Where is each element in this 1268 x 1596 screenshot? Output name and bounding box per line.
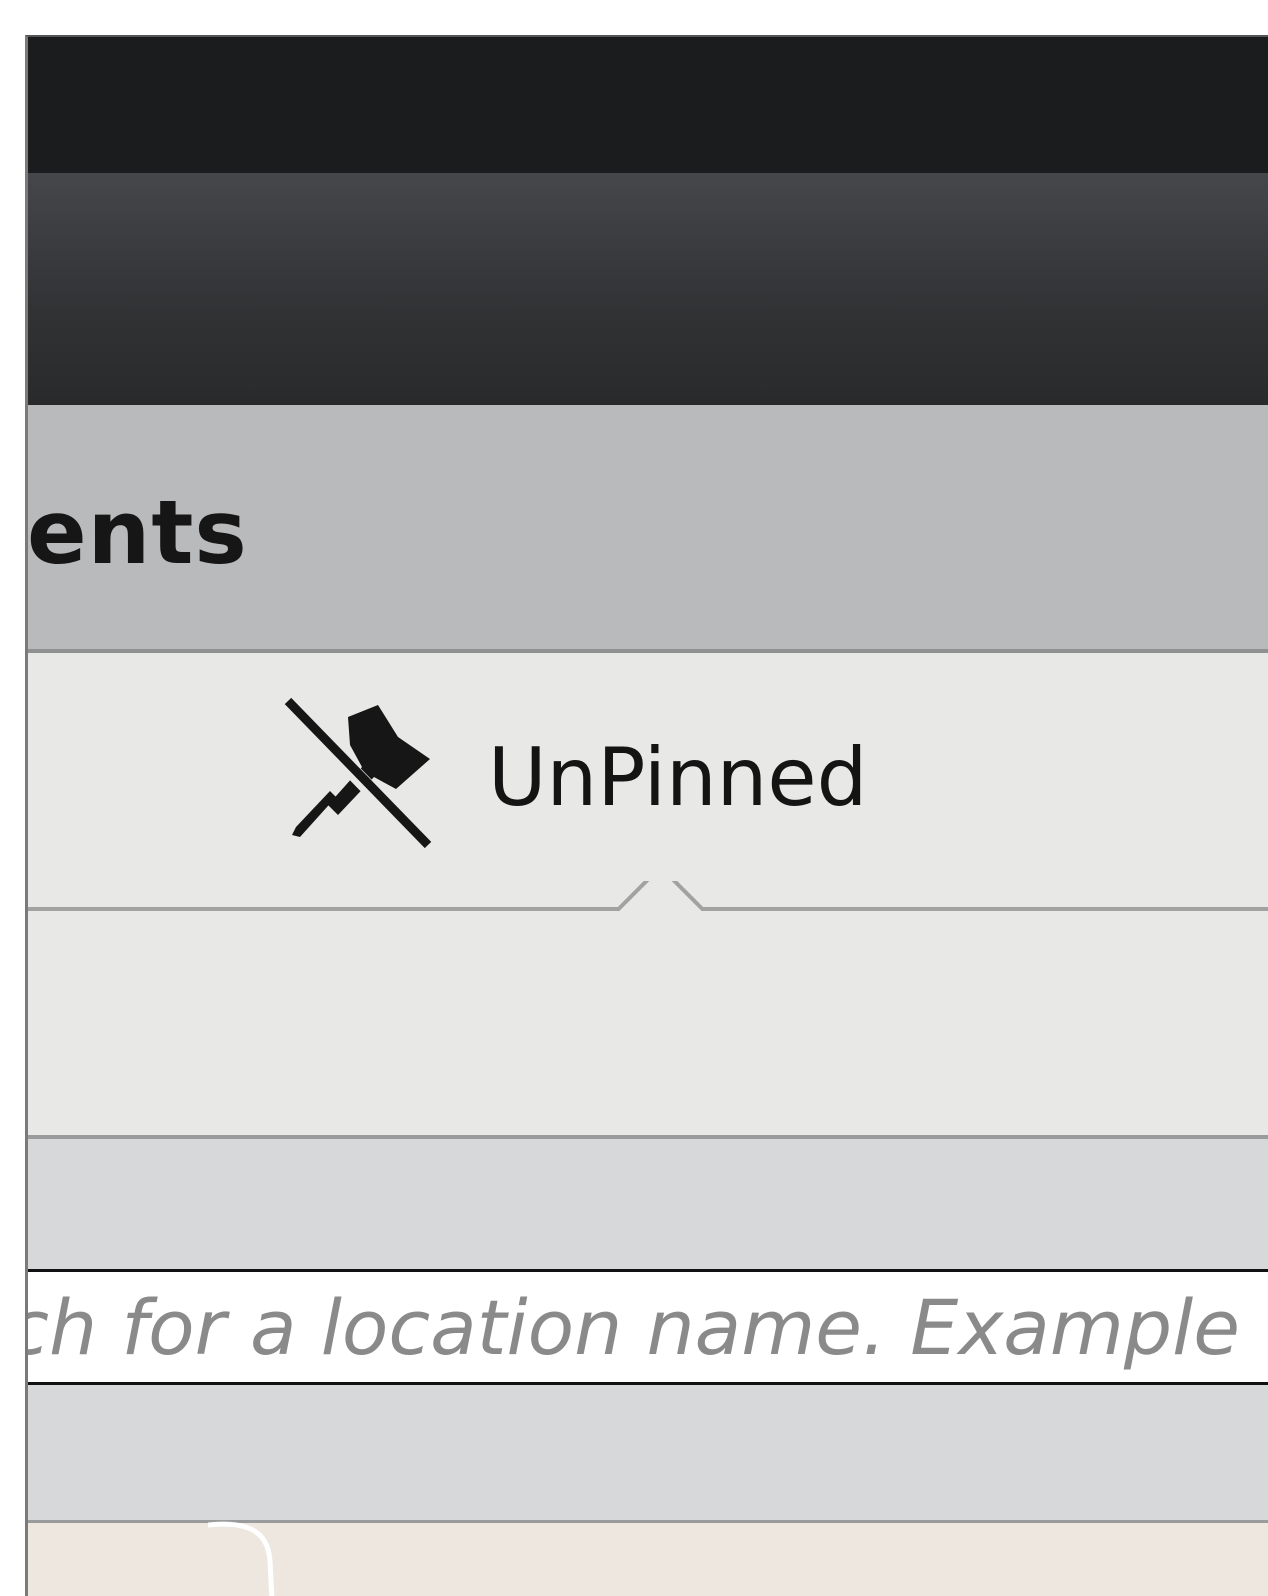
- separator-caret: [28, 881, 1268, 911]
- toolbar: [28, 173, 1268, 405]
- pin-panel: UnPinned: [28, 653, 1268, 1139]
- location-search-input[interactable]: rch for a location name. Example ...: [28, 1269, 1268, 1385]
- map-road: [208, 1521, 275, 1596]
- panel-title: ents: [27, 481, 248, 584]
- unpin-icon: [280, 697, 432, 853]
- pin-state-label: UnPinned: [488, 730, 868, 824]
- app-window: ents UnPinned rch for a location name. E…: [25, 35, 1268, 1596]
- title-bar: [28, 37, 1268, 173]
- panel-header: ents: [28, 405, 1268, 653]
- map-view[interactable]: [28, 1521, 1268, 1596]
- unpin-button[interactable]: UnPinned: [278, 697, 867, 857]
- search-placeholder: rch for a location name. Example ...: [28, 1283, 1268, 1372]
- search-area: rch for a location name. Example ...: [28, 1139, 1268, 1523]
